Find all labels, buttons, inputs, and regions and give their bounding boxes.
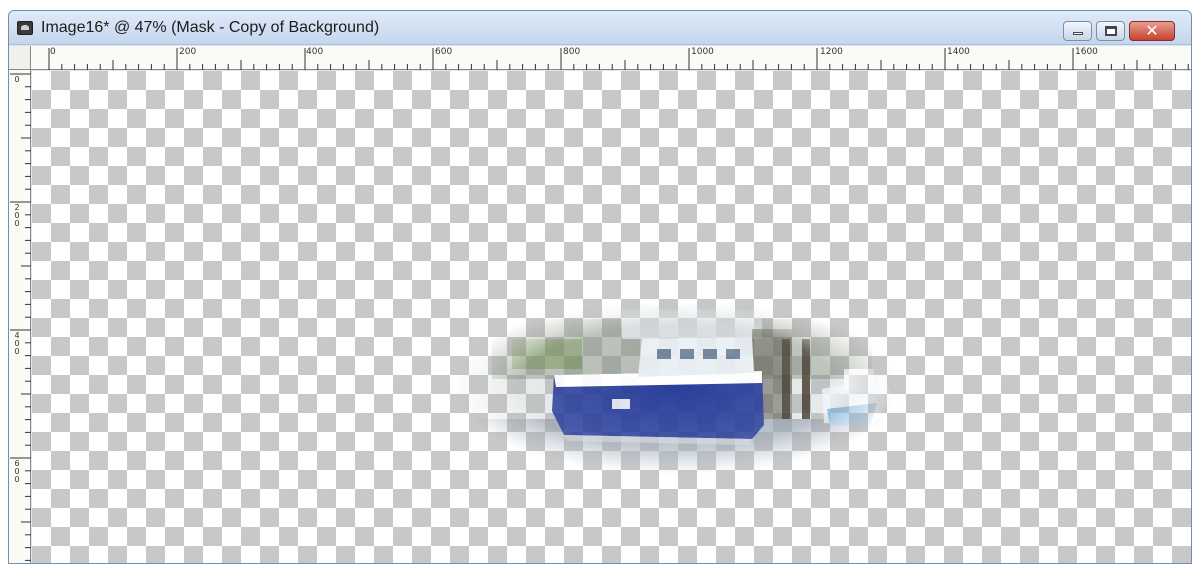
ruler-label-1400: 1400	[947, 47, 970, 57]
ruler-label-400: 400	[306, 47, 324, 57]
masked-boat-photo	[452, 299, 902, 475]
title-bar[interactable]: Image16* @ 47% (Mask - Copy of Backgroun…	[9, 11, 1191, 45]
ruler-label-1200: 1200	[820, 47, 843, 57]
close-icon: ✕	[1145, 21, 1159, 40]
ruler-label-800: 800	[563, 47, 581, 57]
image-canvas[interactable]	[32, 71, 1191, 563]
horizontal-ruler-ticks	[48, 48, 1189, 70]
ruler-label-v200: 200	[14, 203, 20, 228]
close-button[interactable]: ✕	[1129, 21, 1175, 41]
maximize-icon	[1105, 26, 1117, 36]
ruler-label-1600: 1600	[1075, 47, 1098, 57]
ruler-label-600: 600	[435, 47, 453, 57]
ruler-label-v0: 0	[14, 75, 20, 84]
ruler-label-1000: 1000	[691, 47, 714, 57]
image-window[interactable]: Image16* @ 47% (Mask - Copy of Backgroun…	[8, 10, 1192, 564]
ruler-label-v600: 600	[14, 459, 20, 484]
minimize-icon	[1073, 32, 1083, 35]
image-document-icon[interactable]	[17, 21, 33, 35]
minimize-button[interactable]	[1063, 21, 1092, 41]
vertical-ruler[interactable]: 0 200 400 600	[9, 70, 31, 563]
ruler-corner	[9, 46, 31, 70]
ruler-label-v400: 400	[14, 331, 20, 356]
ruler-label-200: 200	[179, 47, 197, 57]
maximize-button[interactable]	[1096, 21, 1125, 41]
vertical-ruler-ticks	[10, 73, 31, 561]
horizontal-ruler[interactable]: 0 200 400 600 800 1000 1200 1400 1600	[31, 46, 1191, 70]
window-title: Image16* @ 47% (Mask - Copy of Backgroun…	[41, 19, 380, 36]
ruler-label-0: 0	[50, 47, 56, 57]
